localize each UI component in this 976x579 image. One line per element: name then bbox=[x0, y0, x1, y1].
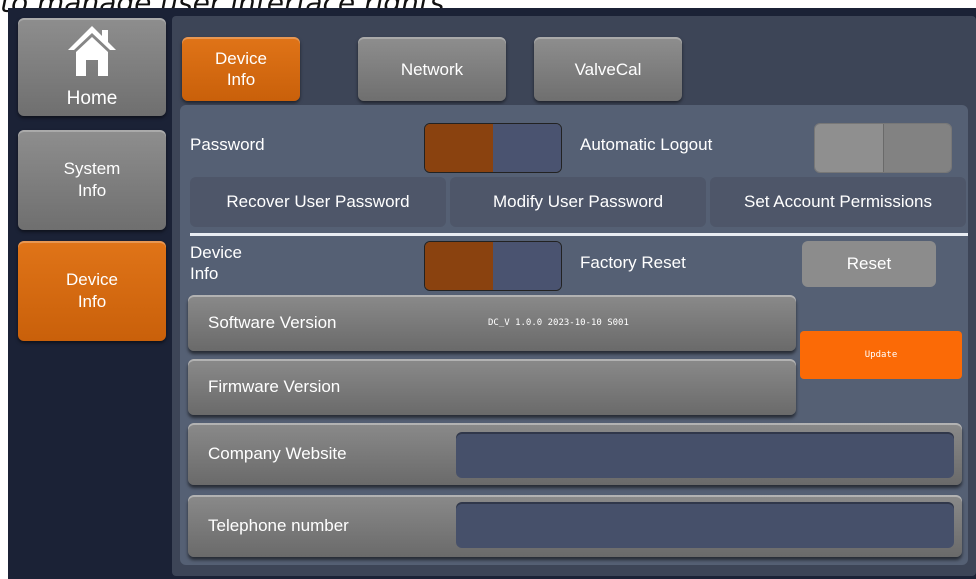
update-button[interactable]: Update bbox=[800, 331, 962, 379]
password-toggle[interactable] bbox=[424, 123, 562, 173]
tab-device-info-label: Device Info bbox=[215, 49, 267, 89]
app-frame: Home System Info Device Info Device Info… bbox=[8, 8, 976, 579]
nav-home-label: Home bbox=[66, 88, 118, 109]
section-divider bbox=[190, 233, 968, 236]
password-toggle-on bbox=[425, 124, 493, 172]
password-toggle-off bbox=[493, 124, 561, 172]
nav-system-info-button[interactable]: System Info bbox=[18, 130, 166, 230]
automatic-logout-toggle-left bbox=[815, 124, 883, 172]
company-website-label: Company Website bbox=[208, 444, 347, 463]
reset-button-label: Reset bbox=[846, 254, 892, 273]
automatic-logout-toggle-right bbox=[882, 124, 951, 172]
device-info-label: Device Info bbox=[190, 243, 242, 283]
automatic-logout-label: Automatic Logout bbox=[580, 135, 713, 154]
password-label: Password bbox=[190, 135, 265, 154]
tab-network[interactable]: Network bbox=[358, 37, 506, 101]
tab-valvecal[interactable]: ValveCal bbox=[534, 37, 682, 101]
modify-password-label: Modify User Password bbox=[492, 192, 664, 211]
firmware-version-label: Firmware Version bbox=[208, 377, 341, 396]
modify-password-button[interactable]: Modify User Password bbox=[450, 177, 706, 227]
update-button-label: Update bbox=[864, 350, 898, 360]
device-info-toggle[interactable] bbox=[424, 241, 562, 291]
firmware-version-row: Firmware Version bbox=[188, 359, 796, 415]
software-version-row: Software Version DC_V 1.0.0 2023-10-10 S… bbox=[188, 295, 796, 351]
software-version-label: Software Version bbox=[208, 313, 337, 332]
set-permissions-label: Set Account Permissions bbox=[743, 192, 933, 211]
device-info-content: Password Automatic Logout Recover User P… bbox=[180, 105, 968, 565]
software-version-value: DC_V 1.0.0 2023-10-10 S001 bbox=[488, 318, 629, 328]
factory-reset-label: Factory Reset bbox=[580, 253, 686, 272]
set-permissions-button[interactable]: Set Account Permissions bbox=[710, 177, 966, 227]
tab-device-info[interactable]: Device Info bbox=[182, 37, 300, 101]
nav-system-info-label: System Info bbox=[63, 159, 121, 200]
telephone-row: Telephone number bbox=[188, 495, 962, 557]
nav-device-info-label: Device Info bbox=[66, 270, 118, 311]
device-info-toggle-off bbox=[493, 242, 561, 290]
reset-button[interactable]: Reset bbox=[802, 241, 936, 287]
company-website-row: Company Website bbox=[188, 423, 962, 485]
telephone-field[interactable] bbox=[456, 502, 954, 548]
nav-device-info-button[interactable]: Device Info bbox=[18, 241, 166, 341]
recover-password-button[interactable]: Recover User Password bbox=[190, 177, 446, 227]
company-website-field[interactable] bbox=[456, 432, 954, 478]
home-icon bbox=[68, 26, 116, 76]
device-info-toggle-on bbox=[425, 242, 493, 290]
telephone-label: Telephone number bbox=[208, 516, 349, 535]
tab-valvecal-label: ValveCal bbox=[574, 59, 642, 79]
tab-network-label: Network bbox=[400, 59, 464, 79]
automatic-logout-toggle[interactable] bbox=[814, 123, 952, 173]
nav-home-button[interactable]: Home bbox=[18, 18, 166, 116]
recover-password-label: Recover User Password bbox=[226, 192, 410, 211]
main-panel: Device Info Network ValveCal Password Au… bbox=[172, 16, 976, 576]
